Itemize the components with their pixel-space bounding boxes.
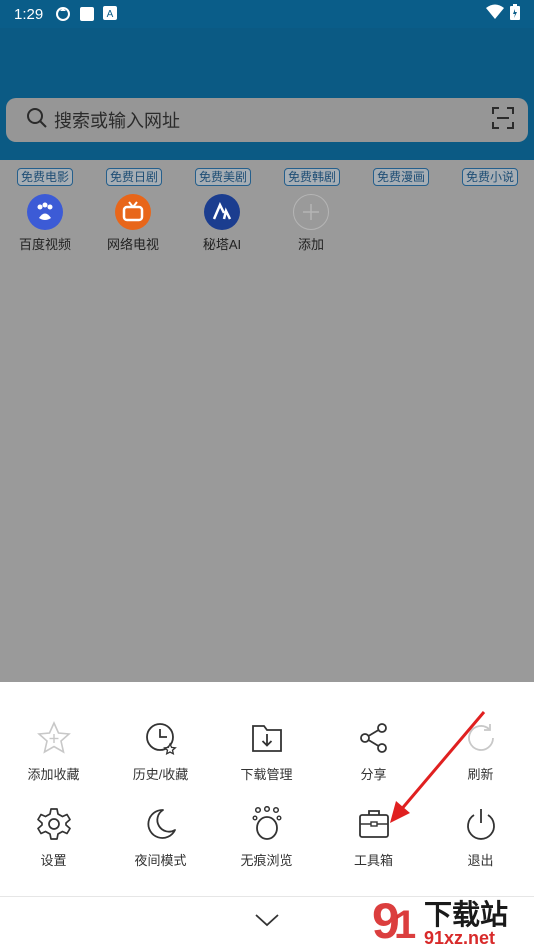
chevron-down-icon[interactable] [253,910,281,930]
tag-free-novels[interactable]: 免费小说 [462,168,519,186]
status-bar: 1:29 A [0,0,534,28]
menu-label: 退出 [467,853,494,868]
search-icon [26,107,48,134]
menu-download-manager[interactable]: 下载管理 [213,718,320,783]
battery-icon [510,3,520,25]
annotation-arrow [390,711,486,823]
tag-free-us-drama[interactable]: 免费美剧 [195,168,252,186]
menu-label: 无痕浏览 [240,853,293,868]
menu-label: 下载管理 [240,767,293,782]
keyboard-a-icon: A [103,6,119,22]
menu-label: 夜间模式 [134,853,187,868]
baidu-video-icon [27,194,63,230]
shortcut-label: 秘塔AI [202,237,242,252]
download-folder-icon [247,718,287,758]
menu-settings[interactable]: 设置 [0,804,107,869]
shortcut-label: 网络电视 [106,237,159,252]
shortcut-metaso-ai[interactable]: 秘塔AI [187,194,257,253]
menu-label: 历史/收藏 [132,767,189,782]
shortcut-network-tv[interactable]: 网络电视 [98,194,168,253]
tag-free-korean-drama[interactable]: 免费韩剧 [284,168,341,186]
tv-icon [115,194,151,230]
add-icon [293,194,329,230]
menu-incognito[interactable]: 无痕浏览 [213,804,320,869]
menu-history[interactable]: 历史/收藏 [107,718,214,783]
menu-night-mode[interactable]: 夜间模式 [107,804,214,869]
category-tags: 免费电影 免费日剧 免费美剧 免费韩剧 免费漫画 免费小说 [0,168,534,188]
shortcut-baidu-video[interactable]: 百度视频 [10,194,80,253]
square-notification-icon [79,6,95,22]
incognito-icon [247,804,287,844]
search-bar[interactable]: 搜索或输入网址 [6,98,528,142]
menu-label: 添加收藏 [27,767,80,782]
tag-free-comics[interactable]: 免费漫画 [373,168,430,186]
status-time: 1:29 [14,5,44,23]
svg-text:1: 1 [394,903,416,947]
menu-label: 工具箱 [353,853,393,868]
gear-icon [34,804,74,844]
tag-free-japanese-drama[interactable]: 免费日剧 [106,168,163,186]
history-icon [141,718,181,758]
menu-add-bookmark[interactable]: 添加收藏 [0,718,107,783]
sync-icon [55,6,71,22]
metaso-ai-icon [204,194,240,230]
watermark-logo: 9 1 下载站 91xz.net [372,893,508,948]
star-add-icon [34,718,74,758]
shortcut-label: 百度视频 [18,237,71,252]
moon-icon [141,804,181,844]
search-placeholder: 搜索或输入网址 [54,111,180,131]
shortcut-label: 添加 [297,237,324,252]
svg-text:A: A [107,9,114,20]
svg-text:下载站: 下载站 [424,898,508,931]
wifi-icon [486,4,504,25]
menu-label: 设置 [40,853,67,868]
shortcut-add[interactable]: 添加 [276,194,346,253]
svg-text:91xz.net: 91xz.net [424,928,495,948]
scan-icon[interactable] [492,106,514,134]
tag-free-movies[interactable]: 免费电影 [17,168,74,186]
home-content: 免费电影 免费日剧 免费美剧 免费韩剧 免费漫画 免费小说 百度视频 网络电视 … [0,160,534,682]
